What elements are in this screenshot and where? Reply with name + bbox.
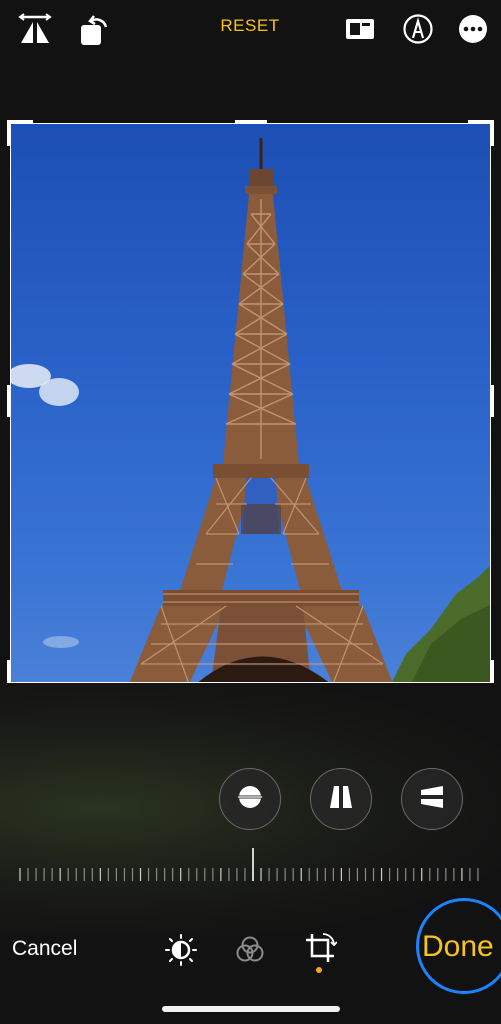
crop-handle-top[interactable] bbox=[235, 120, 267, 124]
home-indicator bbox=[162, 1006, 340, 1012]
straighten-ruler[interactable] bbox=[18, 848, 487, 882]
active-tool-indicator bbox=[316, 967, 322, 973]
crop-handle-right[interactable] bbox=[490, 385, 494, 417]
flip-horizontal-icon[interactable] bbox=[16, 12, 54, 46]
straighten-button[interactable] bbox=[219, 768, 281, 830]
adjust-icon[interactable] bbox=[163, 932, 199, 968]
crop-handle-left[interactable] bbox=[7, 385, 11, 417]
aspect-ratio-icon[interactable] bbox=[342, 12, 378, 46]
tower-photo bbox=[10, 123, 491, 683]
top-toolbar: RESET bbox=[0, 0, 501, 60]
horizontal-perspective-button[interactable] bbox=[401, 768, 463, 830]
more-icon[interactable] bbox=[455, 11, 491, 47]
straighten-icon bbox=[235, 782, 265, 817]
crop-handle-top-left[interactable] bbox=[7, 120, 33, 146]
filters-icon[interactable] bbox=[232, 932, 268, 968]
done-button[interactable]: Done bbox=[422, 930, 494, 964]
cancel-button[interactable]: Cancel bbox=[12, 937, 77, 961]
vertical-perspective-icon bbox=[326, 782, 356, 817]
vertical-perspective-button[interactable] bbox=[310, 768, 372, 830]
crop-icon[interactable] bbox=[302, 930, 338, 966]
crop-handle-top-right[interactable] bbox=[468, 120, 494, 146]
crop-frame[interactable] bbox=[7, 120, 494, 686]
markup-icon[interactable] bbox=[400, 11, 436, 47]
rotate-icon[interactable] bbox=[76, 12, 112, 48]
horizontal-perspective-icon bbox=[417, 782, 447, 817]
reset-button[interactable]: RESET bbox=[200, 16, 300, 36]
